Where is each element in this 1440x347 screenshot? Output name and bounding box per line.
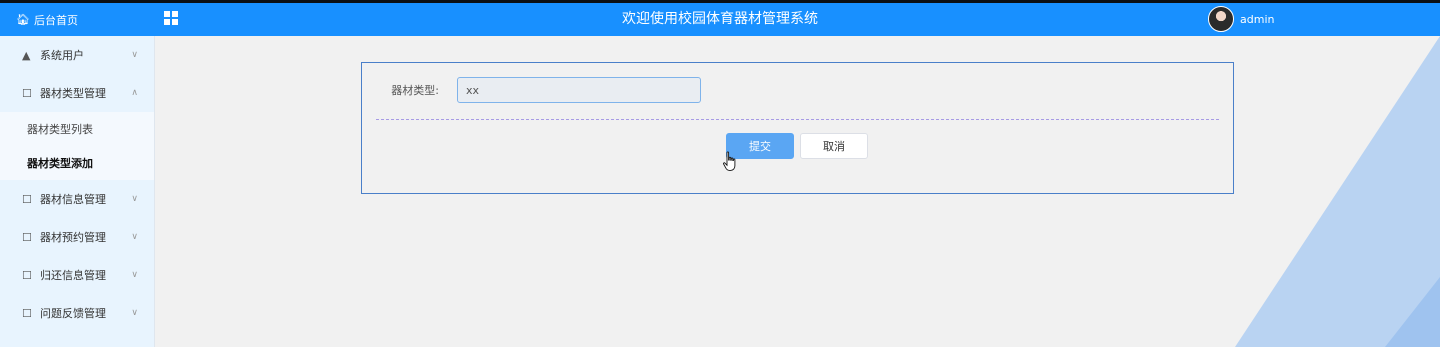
sidebar-item-label: 系统用户: [40, 49, 84, 62]
folder-icon: ☐: [22, 306, 32, 320]
folder-icon: ☐: [22, 268, 32, 282]
avatar[interactable]: [1208, 6, 1234, 32]
sidebar-subitem-type-list[interactable]: 器材类型列表: [0, 112, 154, 146]
user-name: admin: [1240, 12, 1275, 26]
sidebar-subitem-label: 器材类型添加: [27, 157, 93, 170]
sidebar-item-equipment-info[interactable]: ☐ 器材信息管理 ∨: [0, 180, 154, 218]
chevron-down-icon: ∨: [131, 270, 138, 280]
sidebar-item-reservation[interactable]: ☐ 器材预约管理 ∨: [0, 218, 154, 256]
folder-icon: ☐: [22, 192, 32, 206]
top-bar: 🏠︎ 后台首页 欢迎使用校园体育器材管理系统 admin: [0, 0, 1440, 36]
folder-icon: ☐: [22, 86, 32, 100]
sidebar-item-feedback[interactable]: ☐ 问题反馈管理 ∨: [0, 294, 154, 332]
sidebar-item-label: 问题反馈管理: [40, 307, 106, 320]
folder-icon: ☐: [22, 230, 32, 244]
sidebar-item-system-users[interactable]: ▲ 系统用户 ∨: [0, 36, 154, 74]
equipment-type-input[interactable]: [457, 77, 701, 103]
sidebar-subitem-label: 器材类型列表: [27, 123, 93, 136]
sidebar: ▲ 系统用户 ∨ ☐ 器材类型管理 ∧ 器材类型列表 器材类型添加 ☐ 器材信息…: [0, 36, 155, 347]
chevron-down-icon: ∨: [131, 50, 138, 60]
form-field-type: 器材类型:: [362, 77, 701, 103]
user-icon: ▲: [22, 48, 31, 62]
hand-cursor-icon: [723, 151, 736, 171]
divider: [376, 119, 1219, 120]
form-actions: 提交 取消: [726, 133, 868, 159]
decor-shape: [1385, 277, 1440, 347]
sidebar-item-label: 器材信息管理: [40, 193, 106, 206]
user-menu[interactable]: admin: [1208, 6, 1274, 32]
add-type-form: 器材类型: 提交 取消: [361, 62, 1234, 194]
chevron-down-icon: ∨: [131, 194, 138, 204]
sidebar-item-label: 器材预约管理: [40, 231, 106, 244]
chevron-up-icon: ∧: [131, 88, 138, 98]
sidebar-item-label: 器材类型管理: [40, 87, 106, 100]
sidebar-item-return-info[interactable]: ☐ 归还信息管理 ∨: [0, 256, 154, 294]
field-label: 器材类型:: [391, 84, 439, 97]
sidebar-item-label: 归还信息管理: [40, 269, 106, 282]
chevron-down-icon: ∨: [131, 232, 138, 242]
sidebar-item-equipment-type[interactable]: ☐ 器材类型管理 ∧: [0, 74, 154, 112]
background-decoration: [1230, 36, 1440, 347]
cancel-button[interactable]: 取消: [800, 133, 868, 159]
chevron-down-icon: ∨: [131, 308, 138, 318]
sidebar-subitem-type-add[interactable]: 器材类型添加: [0, 146, 154, 180]
